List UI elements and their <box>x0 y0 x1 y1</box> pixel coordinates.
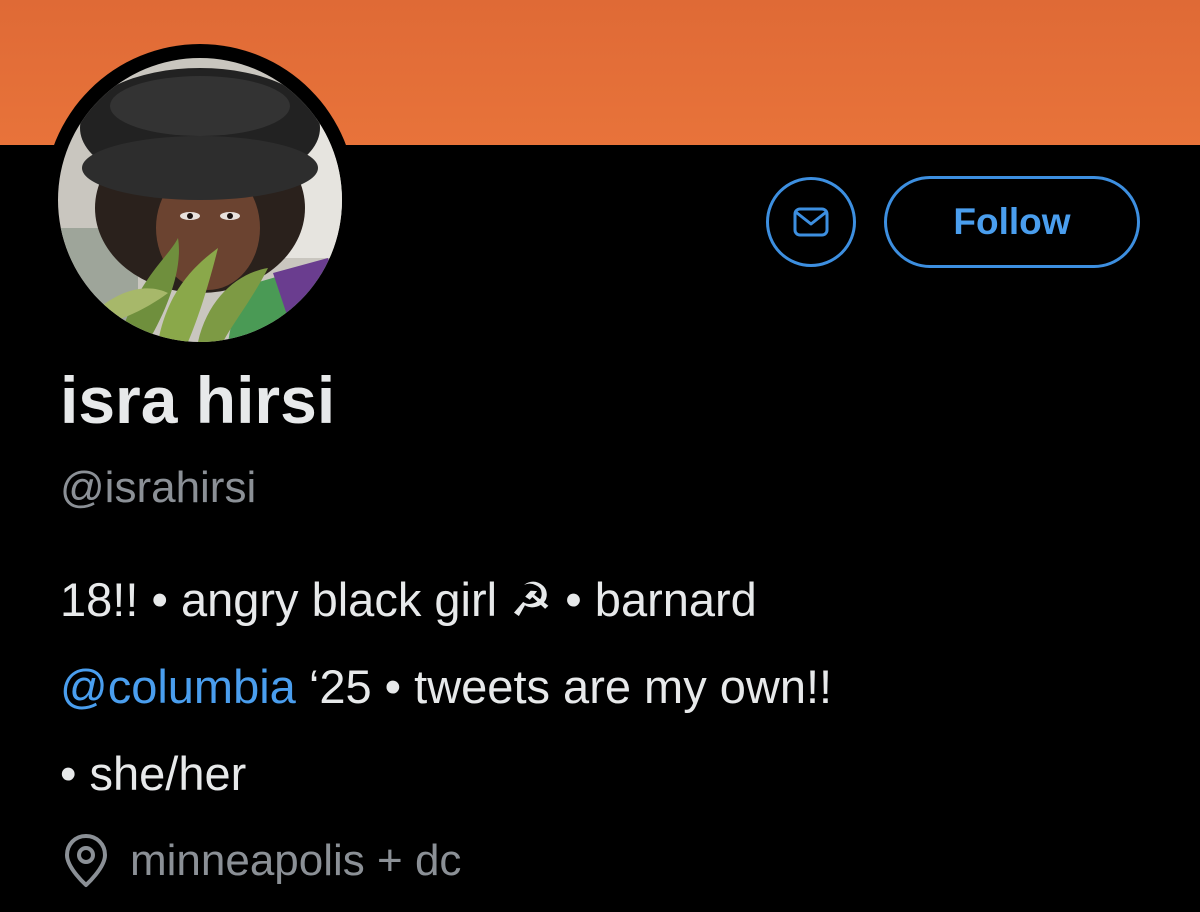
user-handle: @israhirsi <box>60 463 257 512</box>
follow-button[interactable]: Follow <box>884 176 1140 268</box>
profile-bio: 18!! • angry black girl ☭ • barnard @col… <box>60 556 1160 817</box>
message-button[interactable] <box>766 177 856 267</box>
location-pin-icon <box>64 833 108 889</box>
bio-line-3: • she/her <box>60 747 247 800</box>
bio-mention-link[interactable]: @columbia <box>60 660 296 713</box>
bio-line-1: 18!! • angry black girl ☭ • barnard <box>60 573 757 626</box>
bio-line-2-text: ‘25 • tweets are my own!! <box>295 660 833 713</box>
bio-line-2: @columbia ‘25 • tweets are my own!! <box>60 643 1160 730</box>
envelope-icon <box>793 207 829 237</box>
display-name: isra hirsi <box>60 363 336 437</box>
avatar-image <box>58 58 342 342</box>
follow-button-label: Follow <box>953 201 1071 242</box>
location-text: minneapolis + dc <box>130 836 462 885</box>
profile-page: Follow isra hirsi @israhirsi 18!! • angr… <box>0 0 1200 912</box>
profile-location: minneapolis + dc <box>64 826 461 896</box>
avatar[interactable] <box>58 58 342 342</box>
